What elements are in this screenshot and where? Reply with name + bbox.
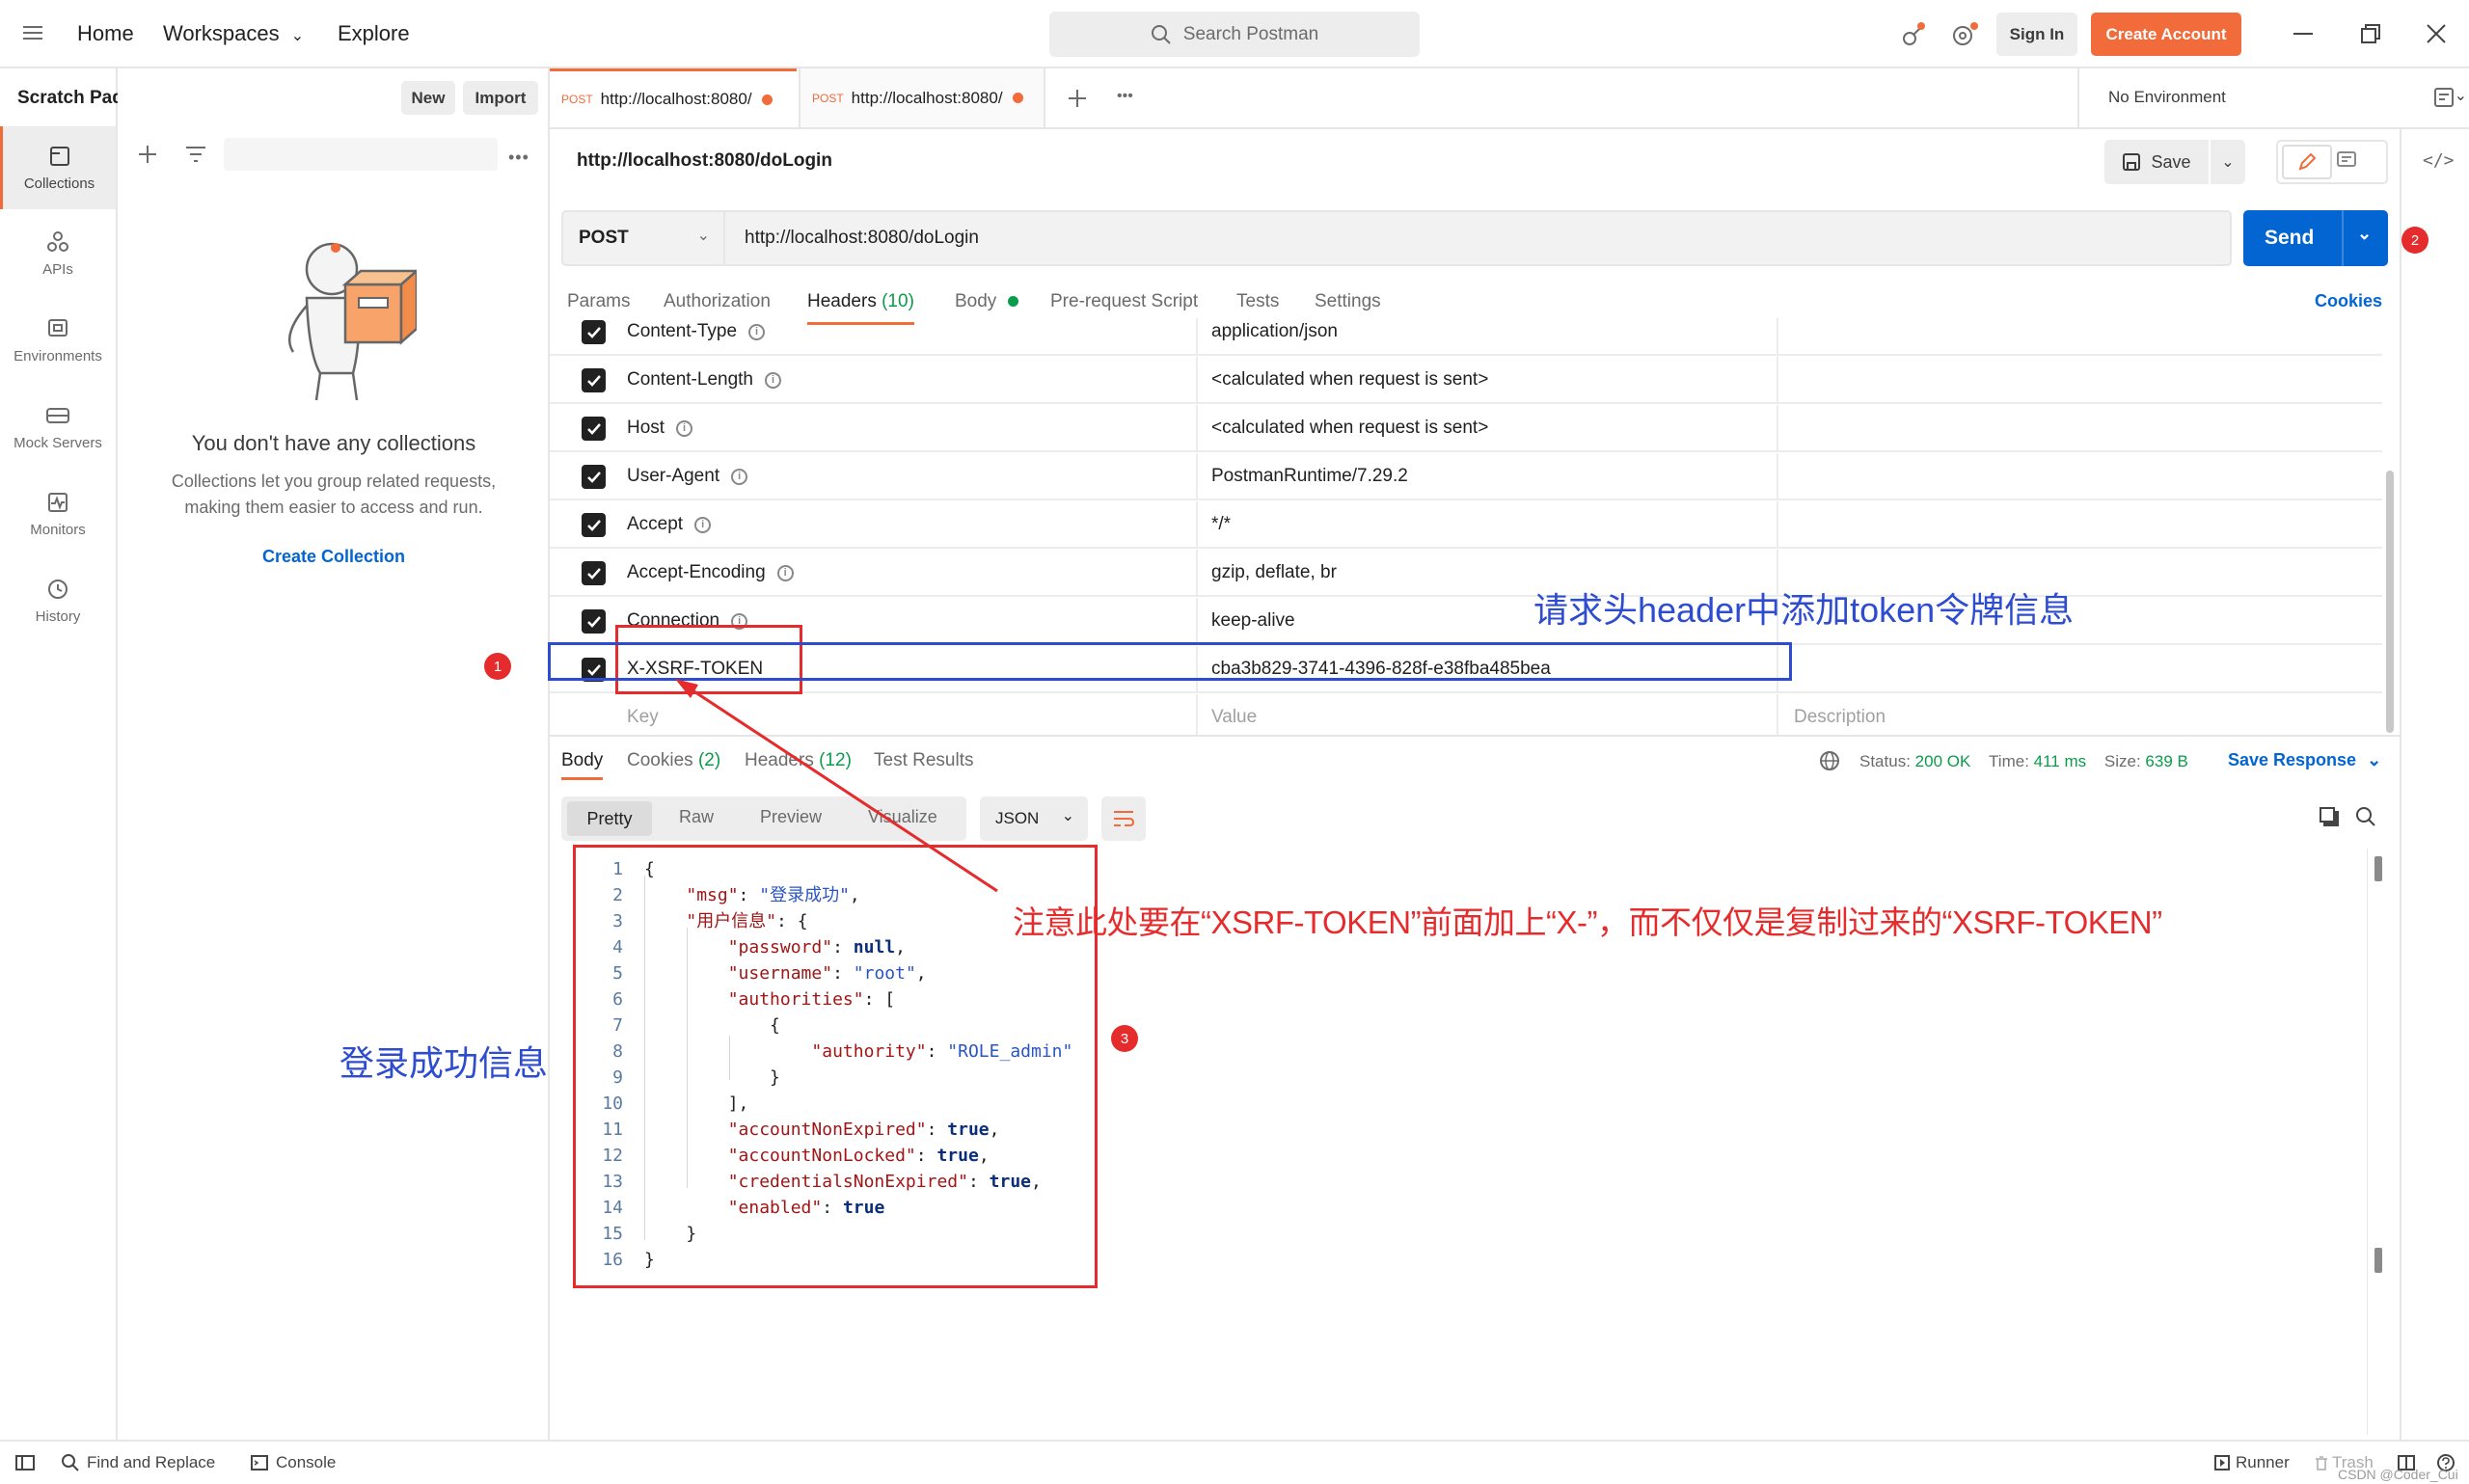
find-replace-button[interactable]: Find and Replace (62, 1453, 215, 1472)
annotation-badge-3: 3 (1111, 1025, 1138, 1052)
annotation-badge-2: 2 (2401, 227, 2428, 254)
find-replace-label: Find and Replace (87, 1453, 216, 1471)
console-button[interactable]: Console (251, 1453, 336, 1472)
runner-label: Runner (2236, 1453, 2290, 1471)
search-icon (62, 1454, 79, 1471)
annotation-token-note: 注意此处要在“XSRF-TOKEN”前面加上“X-”，而不仅仅是复制过来的“XS… (1013, 904, 2162, 940)
runner-icon (2214, 1455, 2230, 1471)
annotation-login-note: 登录成功信息 (339, 1043, 549, 1083)
trash-icon (2315, 1455, 2328, 1471)
status-bar: Find and Replace Console Runner Trash CS… (0, 1440, 2469, 1484)
watermark: CSDN @Coder_Cui (2338, 1467, 2458, 1482)
console-label: Console (276, 1453, 337, 1471)
annotation-arrow (675, 679, 998, 893)
annotation-badge-1: 1 (484, 653, 511, 680)
console-icon (251, 1455, 268, 1471)
runner-button[interactable]: Runner (2214, 1453, 2290, 1472)
toggle-sidebar-icon[interactable] (15, 1455, 35, 1471)
annotation-header-note: 请求头header中添加token令牌信息 (1533, 590, 2075, 630)
